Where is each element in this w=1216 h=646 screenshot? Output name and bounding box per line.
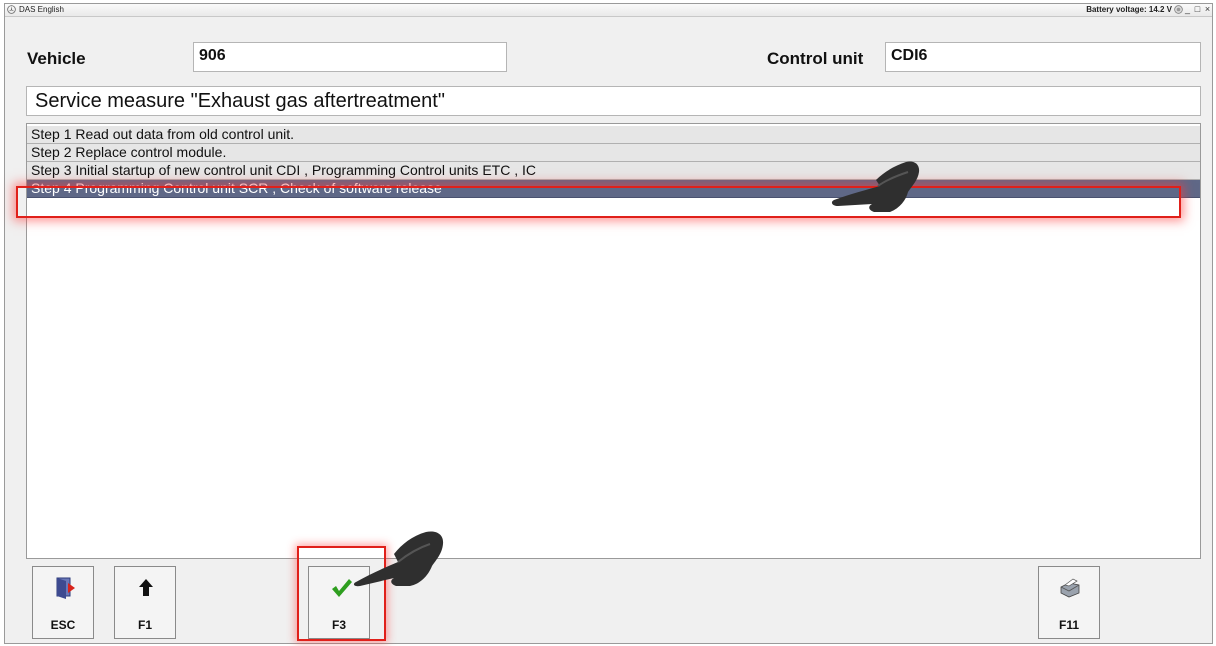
- maximize-button[interactable]: □: [1193, 4, 1202, 15]
- selected-step-highlight-frame: [16, 186, 1181, 218]
- f11-label: F11: [1058, 618, 1079, 632]
- exit-door-icon: [56, 577, 75, 599]
- minimize-button[interactable]: _: [1183, 4, 1192, 15]
- step-item[interactable]: Step 2 Replace control module.: [27, 144, 1200, 162]
- close-button[interactable]: ×: [1203, 4, 1212, 15]
- step-item[interactable]: Step 3 Initial startup of new control un…: [27, 162, 1200, 180]
- title-bar: DAS English Battery voltage: 14.2 V _ □ …: [5, 4, 1212, 17]
- control-unit-label: Control unit: [767, 49, 864, 68]
- printer-icon: [1060, 578, 1080, 598]
- esc-button[interactable]: ESC: [32, 566, 94, 639]
- step-item[interactable]: Step 1 Read out data from old control un…: [27, 126, 1200, 144]
- battery-indicator-icon: [1174, 5, 1183, 14]
- f1-label: F1: [137, 618, 152, 632]
- vehicle-field: 906: [193, 42, 507, 72]
- mercedes-star-icon: [7, 5, 16, 14]
- vehicle-label: Vehicle: [27, 49, 86, 68]
- app-title: DAS English: [19, 5, 64, 14]
- das-window: DAS English Battery voltage: 14.2 V _ □ …: [4, 3, 1213, 644]
- f11-button[interactable]: F11: [1038, 566, 1100, 639]
- esc-label: ESC: [50, 618, 76, 632]
- battery-voltage-label: Battery voltage: 14.2 V: [1086, 5, 1172, 14]
- arrow-up-icon: [139, 579, 153, 596]
- pointing-hand-icon: [831, 161, 920, 212]
- pointing-hand-icon: [353, 531, 444, 587]
- f1-button[interactable]: F1: [114, 566, 176, 639]
- control-unit-field: CDI6: [885, 42, 1201, 72]
- service-measure-title: Service measure "Exhaust gas aftertreatm…: [26, 86, 1201, 116]
